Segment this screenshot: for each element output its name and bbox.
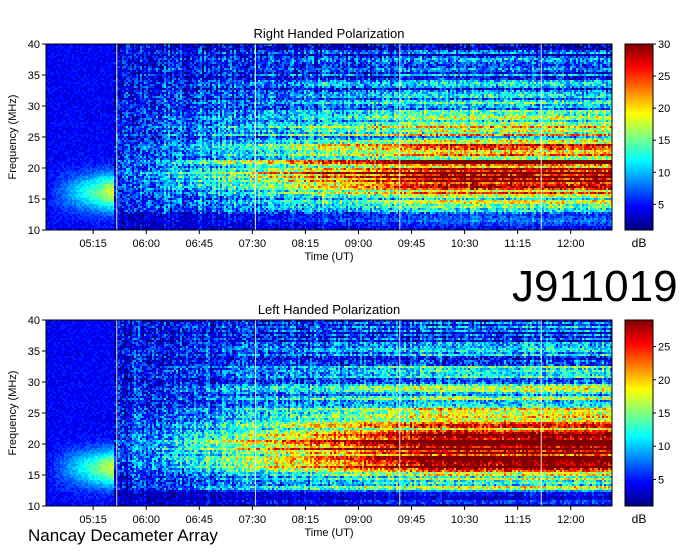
- x-axis-label: Time (UT): [304, 527, 353, 539]
- x-tick-label: 08:15: [292, 238, 320, 250]
- x-tick-label: 11:15: [504, 238, 531, 250]
- observation-id: J911019: [512, 262, 678, 311]
- spectrogram-heatmap: [46, 44, 612, 230]
- y-tick-label: 20: [28, 163, 40, 175]
- colorbar-tick-label: 15: [658, 135, 670, 147]
- plot-title: Right Handed Polarization: [253, 26, 404, 41]
- y-tick-label: 30: [28, 101, 40, 113]
- y-tick-label: 20: [28, 439, 40, 451]
- y-tick-label: 40: [28, 39, 40, 51]
- x-tick-label: 06:45: [186, 514, 214, 526]
- y-tick-label: 30: [28, 377, 40, 389]
- x-tick-label: 10:30: [451, 514, 479, 526]
- plot-title: Left Handed Polarization: [258, 302, 400, 317]
- y-tick-label: 25: [28, 132, 40, 144]
- x-tick-label: 07:30: [239, 514, 267, 526]
- x-tick-label: 07:30: [239, 238, 267, 250]
- colorbar-tick-label: 10: [658, 441, 670, 453]
- x-tick-label: 09:00: [345, 514, 373, 526]
- colorbar-tick-label: 20: [658, 375, 670, 387]
- colorbar-label: dB: [632, 512, 647, 526]
- colorbar-tick-label: 15: [658, 408, 670, 420]
- y-tick-label: 25: [28, 408, 40, 420]
- y-tick-label: 40: [28, 315, 40, 327]
- y-tick-label: 35: [28, 346, 40, 358]
- colorbar-tick-label: 5: [658, 474, 664, 486]
- colorbar-tick-label: 5: [658, 199, 664, 211]
- x-tick-label: 12:00: [557, 514, 585, 526]
- y-axis-label: Frequency (MHz): [7, 95, 19, 180]
- x-tick-label: 08:15: [292, 514, 320, 526]
- x-tick-label: 06:45: [186, 238, 214, 250]
- colorbar: [624, 43, 654, 231]
- y-tick-label: 15: [28, 470, 40, 482]
- colorbar-tick-label: 20: [658, 103, 670, 115]
- y-tick-label: 35: [28, 70, 40, 82]
- x-tick-label: 05:15: [79, 238, 107, 250]
- y-tick-label: 10: [28, 501, 40, 513]
- x-tick-label: 06:00: [132, 514, 160, 526]
- colorbar: [624, 319, 654, 507]
- y-tick-label: 15: [28, 194, 40, 206]
- y-tick-label: 10: [28, 225, 40, 237]
- x-tick-label: 09:45: [398, 514, 426, 526]
- x-tick-label: 05:15: [79, 514, 107, 526]
- y-axis-label: Frequency (MHz): [7, 371, 19, 456]
- x-tick-label: 11:15: [504, 514, 531, 526]
- x-axis-label: Time (UT): [304, 251, 353, 263]
- spectrogram-panel-left: Left Handed Polarization 10 15 20 25 30 35 40 Fr…: [7, 302, 670, 539]
- x-tick-label: 12:00: [557, 238, 585, 250]
- spectrogram-panel-right: Right Handed Polarization 10 15 20 25 30 35 40 F…: [7, 26, 670, 263]
- x-tick-label: 09:45: [398, 238, 426, 250]
- colorbar-tick-label: 10: [658, 167, 670, 179]
- colorbar-tick-label: 30: [658, 39, 670, 51]
- x-tick-label: 06:00: [132, 238, 160, 250]
- x-tick-label: 09:00: [345, 238, 373, 250]
- colorbar-tick-label: 25: [658, 342, 670, 354]
- x-tick-label: 10:30: [451, 238, 479, 250]
- colorbar-label: dB: [632, 236, 647, 250]
- instrument-label: Nancay Decameter Array: [28, 526, 218, 545]
- spectrogram-heatmap: [46, 320, 612, 506]
- colorbar-tick-label: 25: [658, 71, 670, 83]
